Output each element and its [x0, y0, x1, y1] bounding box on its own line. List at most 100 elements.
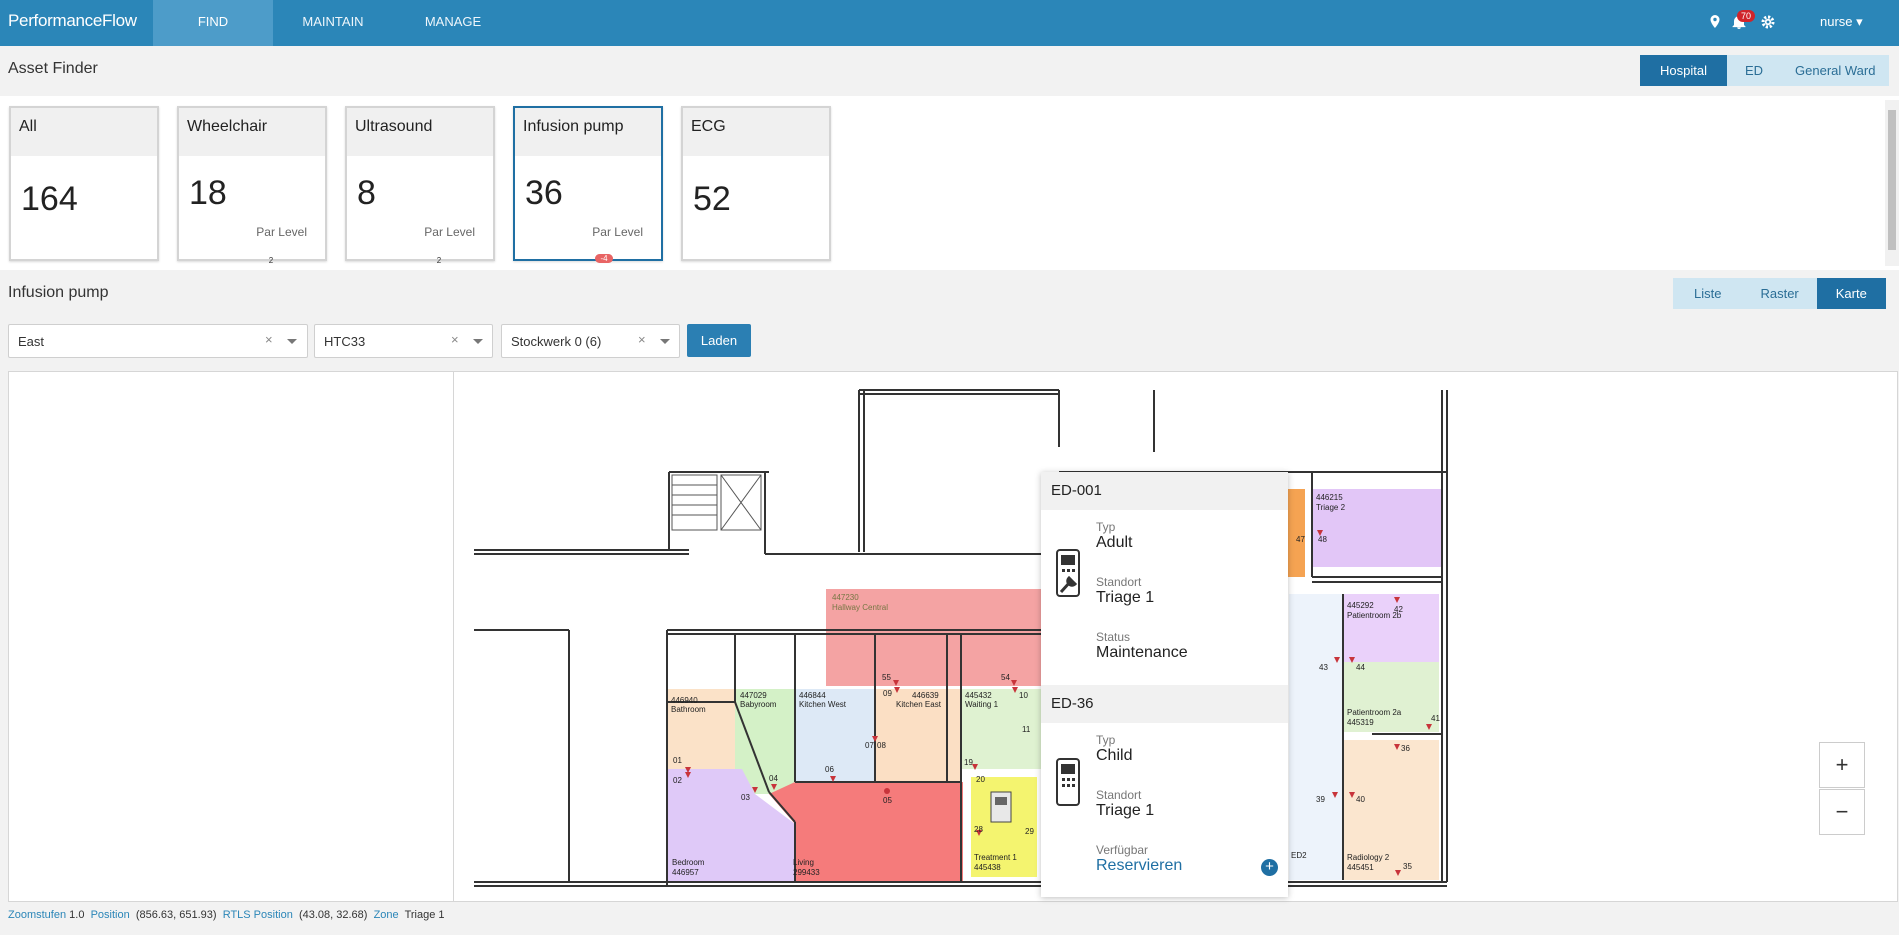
svg-text:446940: 446940 [671, 696, 698, 705]
svg-text:10: 10 [1019, 691, 1028, 700]
svg-text:Triage 2: Triage 2 [1316, 503, 1346, 512]
category-card-ecg[interactable]: ECG 52 [681, 106, 831, 261]
nav-tab-manage[interactable]: MANAGE [393, 0, 513, 46]
svg-text:28: 28 [974, 825, 983, 834]
field-label-standort: Standort [1096, 788, 1142, 802]
user-menu[interactable]: nurse ▾ [1820, 14, 1863, 30]
floor-plan-map[interactable]: 447230Hallway Central 446940Bathroom 447… [9, 372, 1897, 901]
card-title: Ultrasound [347, 108, 493, 156]
svg-text:Waiting 1: Waiting 1 [965, 700, 999, 709]
floor-clear-icon[interactable]: × [638, 332, 646, 347]
load-button[interactable]: Laden [687, 324, 751, 357]
view-button-list[interactable]: Liste [1673, 278, 1743, 309]
location-pin-icon[interactable] [1707, 14, 1723, 30]
svg-text:19: 19 [964, 758, 973, 767]
scope-button-hospital[interactable]: Hospital [1640, 55, 1727, 86]
card-count: 164 [21, 180, 78, 218]
svg-text:ED2: ED2 [1291, 851, 1307, 860]
scope-button-ed[interactable]: ED [1726, 55, 1782, 86]
svg-text:09: 09 [883, 689, 892, 698]
zone-value: Triage 1 [404, 909, 445, 921]
infusion-pump-icon [1056, 758, 1080, 806]
gear-icon[interactable] [1760, 14, 1776, 30]
chevron-down-icon[interactable] [287, 339, 297, 344]
card-count: 52 [693, 180, 731, 218]
zoom-out-button[interactable]: − [1819, 789, 1865, 835]
asset-detail-ed-001: Typ Adult Standort Triage 1 Status Maint… [1041, 510, 1288, 685]
field-value-typ: Adult [1096, 534, 1133, 551]
category-card-infusion-pump[interactable]: Infusion pump 36 Par Level -4 [513, 106, 663, 263]
infusion-pump-maintenance-icon [1056, 549, 1080, 597]
category-card-ultrasound[interactable]: Ultrasound 8 Par Level 2 [345, 106, 495, 265]
par-level-value: 2 [436, 256, 442, 265]
svg-text:40: 40 [1356, 795, 1365, 804]
infusion-pump-map-icon[interactable] [990, 791, 1012, 823]
section-select[interactable]: HTC33 × [314, 324, 493, 358]
asset-id-ed-36: ED-36 [1041, 685, 1288, 723]
brand-logo[interactable]: PerformanceFlow [8, 11, 137, 31]
par-level-alert-badge: -4 [595, 254, 613, 263]
zoom-in-button[interactable]: + [1819, 742, 1865, 788]
svg-text:08: 08 [877, 741, 886, 750]
field-label-typ: Typ [1096, 520, 1116, 534]
floor-select-value: Stockwerk 0 (6) [511, 334, 602, 349]
nav-tab-find[interactable]: FIND [153, 0, 273, 46]
svg-text:43: 43 [1319, 663, 1328, 672]
add-reservation-icon[interactable]: + [1261, 859, 1278, 876]
building-clear-icon[interactable]: × [265, 332, 273, 347]
svg-text:Treatment 1: Treatment 1 [974, 853, 1017, 862]
view-button-map[interactable]: Karte [1816, 278, 1886, 309]
svg-text:01: 01 [673, 756, 682, 765]
svg-text:Babyroom: Babyroom [740, 700, 777, 709]
svg-text:02: 02 [673, 776, 682, 785]
infusion-pump-title: Infusion pump [8, 284, 109, 301]
room-ed2[interactable] [1289, 594, 1343, 880]
asset-finder-title: Asset Finder [8, 60, 98, 77]
building-select[interactable]: East × [8, 324, 308, 358]
view-button-grid[interactable]: Raster [1742, 278, 1817, 309]
svg-text:446844: 446844 [799, 691, 826, 700]
chevron-down-icon[interactable] [660, 339, 670, 344]
section-clear-icon[interactable]: × [451, 332, 459, 347]
svg-text:Patientroom 2a: Patientroom 2a [1347, 708, 1402, 717]
svg-text:447230: 447230 [832, 593, 859, 602]
svg-text:29: 29 [1025, 827, 1034, 836]
rtls-position-label: RTLS Position [222, 909, 293, 921]
notification-count-badge: 70 [1737, 10, 1756, 22]
svg-text:446957: 446957 [672, 868, 699, 877]
svg-text:54: 54 [1001, 673, 1010, 682]
room-living[interactable] [769, 782, 963, 882]
room-orange-small[interactable] [1285, 489, 1305, 577]
svg-text:445432: 445432 [965, 691, 992, 700]
field-label-verfugbar: Verfügbar [1096, 843, 1149, 857]
svg-text:42: 42 [1394, 605, 1403, 614]
cards-scrollbar[interactable] [1885, 100, 1899, 266]
card-title: Infusion pump [515, 108, 661, 156]
position-label: Position [90, 909, 130, 921]
svg-text:20: 20 [976, 775, 985, 784]
svg-text:05: 05 [883, 796, 892, 805]
reserve-link[interactable]: Reservieren [1096, 857, 1182, 875]
field-label-typ: Typ [1096, 733, 1116, 747]
chevron-down-icon[interactable] [473, 339, 483, 344]
card-title: ECG [683, 108, 829, 156]
scope-button-general-ward[interactable]: General Ward [1781, 55, 1890, 86]
svg-text:299433: 299433 [793, 868, 820, 877]
svg-text:446215: 446215 [1316, 493, 1343, 502]
svg-text:55: 55 [882, 673, 891, 682]
svg-text:48: 48 [1318, 535, 1327, 544]
svg-text:Radiology 2: Radiology 2 [1347, 853, 1390, 862]
card-title: All [11, 108, 157, 156]
floor-select[interactable]: Stockwerk 0 (6) × [501, 324, 680, 358]
zone-label: Zone [373, 909, 399, 921]
field-label-status: Status [1096, 630, 1131, 644]
svg-text:Kitchen West: Kitchen West [799, 700, 847, 709]
card-title: Wheelchair [179, 108, 325, 156]
nav-tab-maintain[interactable]: MAINTAIN [273, 0, 393, 46]
category-card-wheelchair[interactable]: Wheelchair 18 Par Level 2 [177, 106, 327, 265]
svg-text:445292: 445292 [1347, 601, 1374, 610]
category-card-all[interactable]: All 164 [9, 106, 159, 261]
scrollbar-thumb[interactable] [1888, 110, 1896, 250]
svg-text:35: 35 [1403, 862, 1412, 871]
par-level-label: Par Level [256, 225, 307, 239]
